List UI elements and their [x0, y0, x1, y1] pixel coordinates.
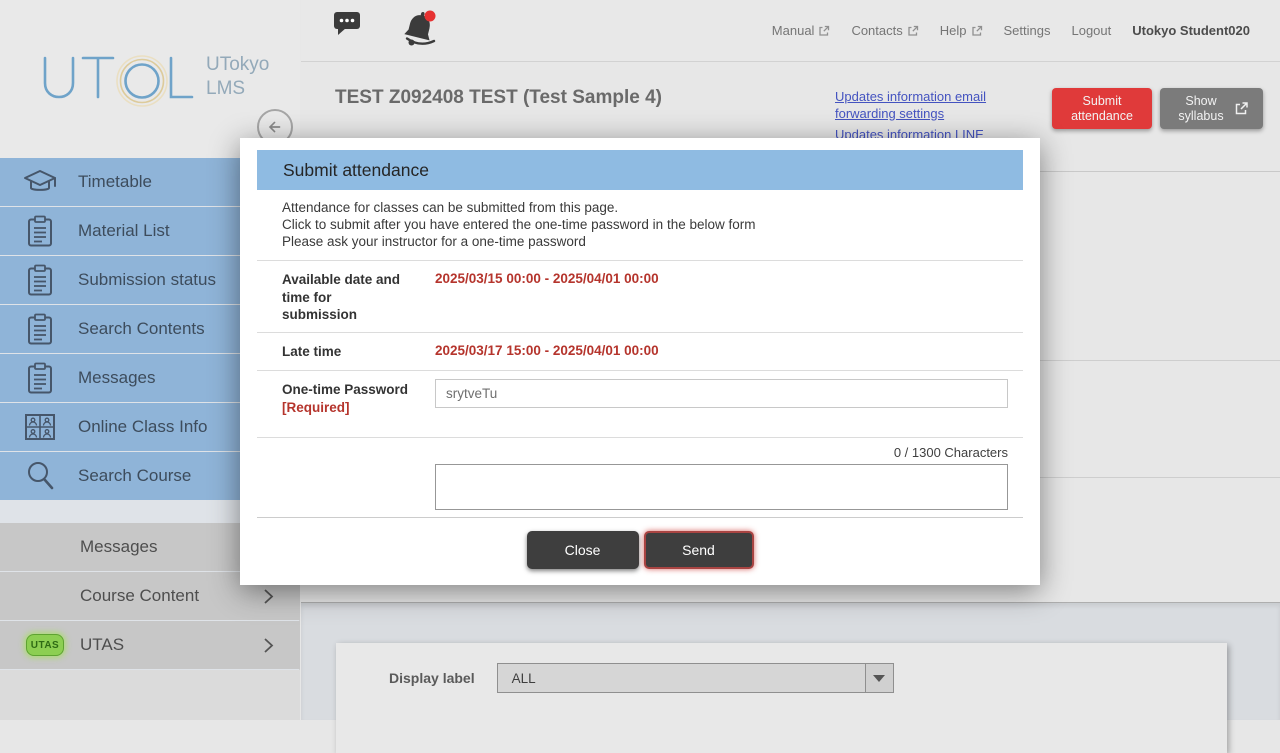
- modal-title: Submit attendance: [257, 150, 1023, 190]
- submit-attendance-button[interactable]: Submit attendance: [1052, 88, 1152, 129]
- one-time-password-row: One-time Password [Required]: [257, 370, 1023, 437]
- intro-line: Attendance for classes can be submitted …: [282, 199, 998, 216]
- clipboard-icon: [22, 264, 58, 297]
- manual-link[interactable]: Manual: [772, 23, 831, 38]
- sidebar-item-label: Course Content: [80, 586, 199, 606]
- late-time-label: Late time: [257, 333, 410, 370]
- sidebar-item-label: Timetable: [78, 172, 152, 192]
- dropdown-arrow-button[interactable]: [865, 664, 893, 692]
- clipboard-icon: [22, 215, 58, 248]
- external-link-icon: [818, 25, 830, 37]
- back-arrow-icon: [265, 116, 285, 138]
- notification-badge: [425, 11, 436, 22]
- one-time-password-label: One-time Password: [282, 382, 408, 397]
- contacts-link[interactable]: Contacts: [851, 23, 918, 38]
- late-time-value: 2025/03/17 15:00 - 2025/04/01 00:00: [435, 343, 659, 358]
- logo-area: UTokyo LMS: [0, 0, 300, 158]
- available-date-row: Available date and time for submission 2…: [257, 260, 1023, 332]
- external-link-icon: [907, 25, 919, 37]
- clipboard-icon: [22, 362, 58, 395]
- required-tag: [Required]: [282, 400, 350, 415]
- caret-down-icon: [873, 675, 885, 682]
- topbar: Manual Contacts Help Se: [301, 0, 1280, 62]
- dropdown-selected-value: ALL: [498, 671, 536, 686]
- email-forwarding-settings-link[interactable]: Updates information email forwarding set…: [835, 89, 1015, 122]
- sidebar-item-label: Messages: [78, 368, 155, 388]
- chevron-right-icon: [263, 637, 274, 659]
- chevron-right-icon: [263, 588, 274, 610]
- clipboard-icon: [22, 313, 58, 346]
- display-label-dropdown[interactable]: ALL: [497, 663, 894, 693]
- sidebar-item-label: Material List: [78, 221, 170, 241]
- utas-logo-icon: UTAS: [26, 634, 64, 656]
- sidebar-item-label: Online Class Info: [78, 417, 207, 437]
- intro-line: Please ask your instructor for a one-tim…: [282, 233, 998, 250]
- display-label-panel: Display label ALL: [336, 643, 1227, 753]
- sidebar-item-label: Search Course: [78, 466, 191, 486]
- logo-sub1-text: UTokyo: [206, 54, 269, 75]
- graduation-cap-icon: [22, 167, 58, 197]
- one-time-password-input[interactable]: [435, 379, 1008, 408]
- send-button[interactable]: Send: [644, 531, 754, 569]
- help-link[interactable]: Help: [940, 23, 983, 38]
- external-link-icon: [971, 25, 983, 37]
- sidebar-item-label: UTAS: [80, 635, 124, 655]
- bottom-section: Display label ALL: [301, 602, 1280, 720]
- available-date-label: Available date and time for submission: [257, 261, 410, 332]
- topbar-menu: Manual Contacts Help Se: [772, 23, 1280, 38]
- character-counter: 0 / 1300 Characters: [435, 438, 1008, 464]
- intro-line: Click to submit after you have entered t…: [282, 216, 998, 233]
- external-link-icon: [1234, 101, 1249, 116]
- late-time-row: Late time 2025/03/17 15:00 - 2025/04/01 …: [257, 332, 1023, 370]
- comment-textarea[interactable]: [435, 464, 1008, 510]
- sidebar-item-label: Search Contents: [78, 319, 205, 339]
- people-grid-icon: [22, 413, 58, 441]
- sidebar-item-label: Messages: [80, 537, 157, 557]
- show-syllabus-button[interactable]: Show syllabus: [1160, 88, 1263, 129]
- search-icon: [22, 460, 58, 492]
- comment-row: 0 / 1300 Characters: [257, 437, 1023, 517]
- close-button[interactable]: Close: [527, 531, 639, 569]
- settings-link[interactable]: Settings: [1004, 23, 1051, 38]
- sidebar-bottom-filler: [0, 670, 300, 720]
- logo-sub2-text: LMS: [206, 78, 245, 99]
- utol-lms-app: UTokyo LMS Timetable: [0, 0, 1280, 720]
- utol-logo: UTokyo LMS: [38, 48, 273, 112]
- display-label-caption: Display label: [389, 670, 475, 686]
- bell-icon[interactable]: [402, 9, 438, 52]
- chat-bubble-icon[interactable]: [333, 9, 362, 39]
- modal-footer: Close Send: [257, 517, 1023, 585]
- username-label: Utokyo Student020: [1132, 23, 1250, 38]
- sidebar-item-label: Submission status: [78, 270, 216, 290]
- available-date-value: 2025/03/15 00:00 - 2025/04/01 00:00: [435, 271, 659, 286]
- submit-attendance-modal: Submit attendance Attendance for classes…: [240, 138, 1040, 585]
- logout-link[interactable]: Logout: [1071, 23, 1111, 38]
- page-title: TEST Z092408 TEST (Test Sample 4): [335, 87, 662, 109]
- modal-intro: Attendance for classes can be submitted …: [257, 190, 1023, 260]
- sidebar-item-utas[interactable]: UTAS UTAS: [0, 621, 300, 669]
